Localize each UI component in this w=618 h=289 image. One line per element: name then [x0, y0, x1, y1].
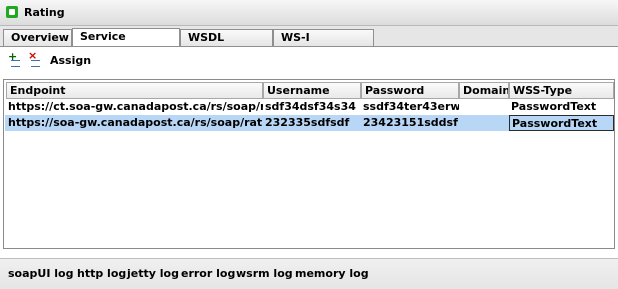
tab-jetty-log[interactable]: jetty log: [127, 267, 179, 280]
column-header-endpoint[interactable]: Endpoint: [6, 82, 263, 99]
log-tab-bar: soapUI log http log jetty log error log …: [0, 258, 618, 289]
remove-endpoint-icon[interactable]: [28, 49, 40, 67]
username-cell[interactable]: 232335sdfsdf: [263, 115, 361, 131]
toolbar: Assign: [0, 47, 618, 74]
tab-overview[interactable]: Overview: [3, 29, 72, 47]
column-header-password[interactable]: Password: [361, 82, 459, 99]
endpoints-table: Endpoint Username Password Domain WSS-Ty…: [3, 79, 615, 249]
endpoint-cell[interactable]: https://ct.soa-gw.canadapost.ca/rs/soap/…: [6, 99, 263, 115]
domain-cell[interactable]: [459, 99, 509, 115]
title-bar: Rating: [0, 0, 618, 26]
column-header-wss-type[interactable]: WSS-Type: [509, 82, 614, 99]
tab-wsrm-log[interactable]: wsrm log: [236, 267, 293, 280]
tab-http-log[interactable]: http log: [77, 267, 126, 280]
tab-wsdl-content[interactable]: WSDL Content: [180, 29, 273, 60]
domain-cell[interactable]: [459, 115, 509, 131]
wss-type-cell[interactable]: PasswordText: [509, 99, 614, 115]
endpoint-cell[interactable]: https://soa-gw.canadapost.ca/rs/soap/rat…: [6, 115, 263, 131]
column-header-domain[interactable]: Domain: [459, 82, 509, 99]
rating-icon: [6, 6, 18, 18]
tab-memory-log[interactable]: memory log: [295, 267, 369, 280]
assign-button[interactable]: Assign: [50, 54, 91, 67]
tab-strip: Overview Service Endpoints WSDL Content …: [0, 26, 618, 60]
password-cell[interactable]: 23423151sddsf: [361, 115, 459, 131]
password-cell[interactable]: ssdf34ter43erws...: [361, 99, 459, 115]
table-row[interactable]: https://soa-gw.canadapost.ca/rs/soap/rat…: [5, 115, 614, 131]
add-endpoint-icon[interactable]: [8, 50, 20, 67]
tab-soapui-log[interactable]: soapUI log: [8, 267, 73, 280]
tab-error-log[interactable]: error log: [181, 267, 235, 280]
wss-type-cell[interactable]: PasswordText: [509, 115, 614, 131]
tab-ws-i-compliance[interactable]: WS-I Compliance: [273, 29, 374, 60]
username-cell[interactable]: sdf34dsf34s34: [263, 99, 361, 115]
tab-service-endpoints[interactable]: Service Endpoints: [72, 28, 180, 59]
column-header-username[interactable]: Username: [263, 82, 361, 99]
window-title: Rating: [24, 6, 65, 19]
table-row[interactable]: https://ct.soa-gw.canadapost.ca/rs/soap/…: [5, 99, 613, 115]
